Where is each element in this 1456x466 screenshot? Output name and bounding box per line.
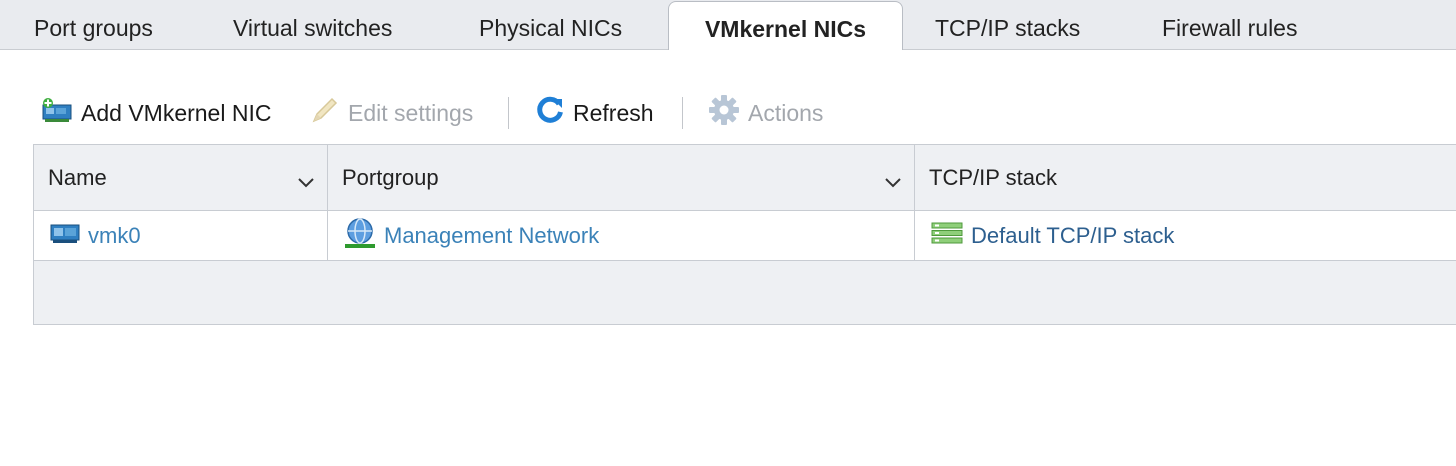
column-header-tcpip-stack[interactable]: TCP/IP stack <box>915 145 1456 210</box>
refresh-button[interactable]: Refresh <box>535 90 654 136</box>
add-vmkernel-nic-label: Add VMkernel NIC <box>81 99 272 126</box>
cell-name: vmk0 <box>34 211 328 260</box>
column-header-label: Name <box>48 164 107 190</box>
tab-physical-nics[interactable]: Physical NICs <box>479 0 622 49</box>
column-header-name[interactable]: Name <box>34 145 328 210</box>
toolbar-divider <box>508 97 509 129</box>
tcpip-stack-link[interactable]: Default TCP/IP stack <box>971 223 1174 249</box>
vmkernel-nics-table: Name Portgroup TCP/IP stack vmk0 Managem… <box>33 144 1456 325</box>
column-header-label: Portgroup <box>342 164 439 190</box>
cell-tcpip-stack: Default TCP/IP stack <box>915 211 1456 260</box>
tab-bar: Port groups Virtual switches Physical NI… <box>0 0 1456 50</box>
vmk-name-link[interactable]: vmk0 <box>88 223 141 249</box>
column-header-portgroup[interactable]: Portgroup <box>328 145 915 210</box>
add-vmkernel-nic-button[interactable]: Add VMkernel NIC <box>41 90 271 136</box>
toolbar: Add VMkernel NIC Edit settings Refresh A… <box>0 90 1456 136</box>
tcpip-stack-icon <box>931 221 963 251</box>
tab-port-groups[interactable]: Port groups <box>34 0 153 49</box>
edit-settings-button[interactable]: Edit settings <box>310 90 473 136</box>
actions-label: Actions <box>748 99 824 126</box>
edit-settings-label: Edit settings <box>348 99 474 126</box>
chevron-down-icon[interactable] <box>297 169 315 195</box>
gear-icon <box>708 94 740 132</box>
table-row[interactable]: vmk0 Management Network Default TCP/IP s… <box>34 211 1456 261</box>
tab-vmkernel-nics[interactable]: VMkernel NICs <box>668 1 903 50</box>
tab-virtual-switches[interactable]: Virtual switches <box>233 0 392 49</box>
cell-portgroup: Management Network <box>328 211 915 260</box>
pencil-icon <box>310 95 340 131</box>
refresh-label: Refresh <box>573 99 654 126</box>
toolbar-divider <box>682 97 683 129</box>
refresh-icon <box>535 95 565 131</box>
add-nic-icon <box>41 97 73 129</box>
column-header-label: TCP/IP stack <box>929 164 1057 190</box>
table-header: Name Portgroup TCP/IP stack <box>34 145 1456 211</box>
portgroup-link[interactable]: Management Network <box>384 223 599 249</box>
tab-tcpip-stacks[interactable]: TCP/IP stacks <box>935 0 1080 49</box>
actions-button[interactable]: Actions <box>708 90 823 136</box>
tab-firewall-rules[interactable]: Firewall rules <box>1162 0 1297 49</box>
nic-icon <box>50 222 80 250</box>
chevron-down-icon[interactable] <box>884 169 902 195</box>
network-globe-icon <box>344 217 376 255</box>
